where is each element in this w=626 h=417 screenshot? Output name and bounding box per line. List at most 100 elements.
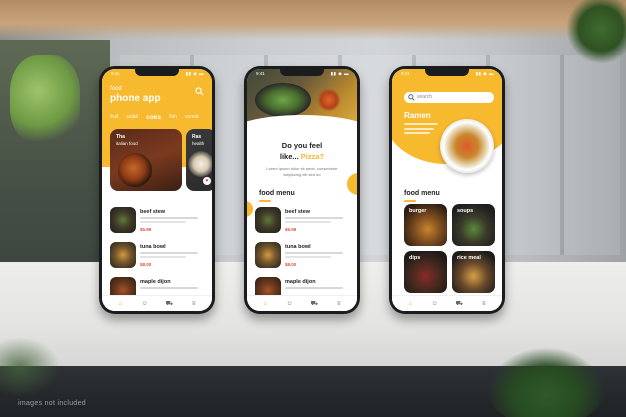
watermark-text: images not included [18,400,86,407]
food-name: beef stew [285,209,311,215]
section-underline [259,200,271,202]
search-input[interactable]: search [404,92,494,103]
heart-icon[interactable]: ♥ [203,177,211,185]
bottom-tab-bar: ⌂ ☺ ⛟ ≡ [247,295,357,311]
phone-screen: 9:41 ▮▮ ◆ ▬ food phone app fruit salad c… [102,69,212,311]
category-grid: burger soups dips rice meal [404,204,500,293]
food-thumbnail [110,242,136,268]
food-thumbnail [110,207,136,233]
profile-icon[interactable]: ☺ [285,299,295,309]
food-name: maple dijon [285,279,316,285]
food-price: $5.99 [285,227,297,232]
menu-icon[interactable]: ≡ [479,299,489,309]
home-icon[interactable]: ⌂ [405,299,415,309]
description-line [140,256,186,258]
headline-highlight: Pizza? [300,152,325,161]
cart-icon[interactable]: ⛟ [164,299,174,309]
tile-label: rice meal [457,255,481,261]
cart-icon[interactable]: ⛟ [454,299,464,309]
description-line [285,252,343,254]
category-tab-fish[interactable]: fish [169,114,177,121]
food-thumbnail [255,207,281,233]
ramen-bowl-image[interactable] [440,119,494,173]
status-icons: ▮▮ ◆ ▬ [330,71,349,76]
description-line [285,221,331,223]
description-line [140,221,186,223]
list-item[interactable]: tuna bowl $8.00 [102,240,212,275]
search-icon[interactable] [195,87,204,96]
category-tabs: fruit salad coks fish cereal [110,114,199,121]
list-item[interactable]: beef stew $5.99 [247,205,357,240]
category-tile-soups[interactable]: soups [452,204,495,246]
category-tab-coks[interactable]: coks [146,114,161,121]
category-tile-burger[interactable]: burger [404,204,447,246]
search-icon [408,94,415,101]
description-line [285,287,343,289]
section-title: food menu [259,190,295,197]
category-tab-salad[interactable]: salad [126,114,138,121]
tile-label: dips [409,255,421,261]
tile-label: burger [409,208,427,214]
menu-icon[interactable]: ≡ [189,299,199,309]
phone-mockup-suggestion: 9:41 ▮▮ ◆ ▬ Do you feel like... Pizza? L… [244,66,360,314]
description-line [140,287,198,289]
home-icon[interactable]: ⌂ [115,299,125,309]
featured-card-subtitle: italian food [116,141,138,146]
headline-line2: like... Pizza? [247,152,357,161]
app-title: phone app [110,93,161,104]
food-name: maple dijon [140,279,171,285]
description-line [140,217,198,219]
profile-icon[interactable]: ☺ [140,299,150,309]
headline-prefix: like... [279,152,299,161]
phone-screen: 9:41 ▮▮ ◆ ▬ search Ramen food menu burge… [392,69,502,311]
phone-mockup-search: 9:41 ▮▮ ◆ ▬ search Ramen food menu burge… [389,66,505,314]
bottom-tab-bar: ⌂ ☺ ⛟ ≡ [392,295,502,311]
status-time: 9:41 [256,71,265,76]
food-price: $8.00 [140,262,152,267]
intro-paragraph: Lorem ipsum dolor sit amet, consectetur … [266,166,338,177]
description-line [285,256,331,258]
featured-description [404,123,440,137]
category-tab-fruit[interactable]: fruit [110,114,118,121]
featured-card-title: Ras [192,134,202,140]
dish-image [255,83,311,117]
category-tile-dips[interactable]: dips [404,251,447,293]
background-plant [10,55,80,145]
phone-notch [135,69,179,76]
headline-line1: Do you feel [281,141,323,150]
status-time: 9:41 [111,71,120,76]
phone-screen: 9:41 ▮▮ ◆ ▬ Do you feel like... Pizza? L… [247,69,357,311]
profile-icon[interactable]: ☺ [430,299,440,309]
category-tile-rice-meal[interactable]: rice meal [452,251,495,293]
food-name: tuna bowl [140,244,166,250]
phone-mockup-home: 9:41 ▮▮ ◆ ▬ food phone app fruit salad c… [99,66,215,314]
dish-image [317,89,341,111]
dish-image [188,151,212,177]
section-title: food menu [404,190,440,197]
category-tab-cereal[interactable]: cereal [185,114,199,121]
featured-card-italian[interactable]: Tha italian food [110,129,182,191]
cart-icon[interactable]: ⛟ [309,299,319,309]
phone-notch [280,69,324,76]
featured-title: Ramen [404,111,431,120]
status-icons: ▮▮ ◆ ▬ [475,71,494,76]
featured-card-health[interactable]: Ras health ♥ [186,129,212,191]
list-item[interactable]: tuna bowl $8.00 [247,240,357,275]
list-item[interactable]: beef stew $5.99 [102,205,212,240]
description-line [140,252,198,254]
leaf-decoration [486,347,606,417]
decor-circle [347,173,357,195]
bottom-tab-bar: ⌂ ☺ ⛟ ≡ [102,295,212,311]
home-icon[interactable]: ⌂ [260,299,270,309]
dish-image [118,153,152,187]
status-time: 9:41 [401,71,410,76]
menu-icon[interactable]: ≡ [334,299,344,309]
food-price: $8.00 [285,262,297,267]
description-line [285,217,343,219]
food-name: beef stew [140,209,166,215]
food-price: $5.99 [140,227,152,232]
food-name: tuna bowl [285,244,311,250]
tile-label: soups [457,208,474,214]
background-shelf [0,0,626,40]
featured-card-subtitle: health [192,141,205,146]
